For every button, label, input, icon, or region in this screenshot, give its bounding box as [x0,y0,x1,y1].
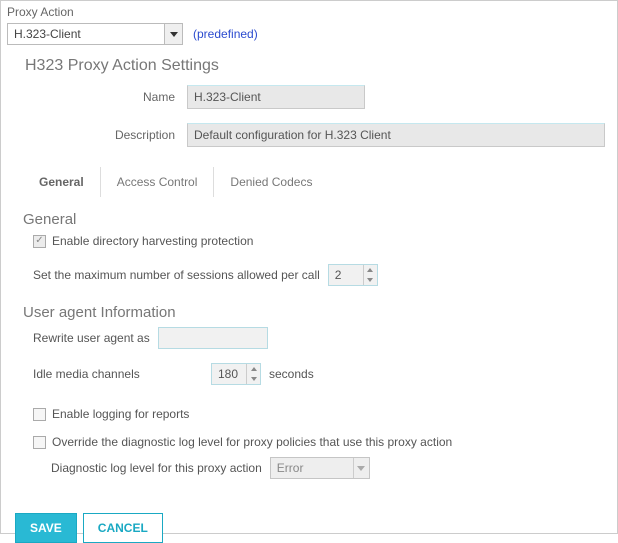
rewrite-user-agent-field[interactable] [158,327,268,349]
cancel-button[interactable]: CANCEL [83,513,163,543]
name-field[interactable] [187,85,365,109]
idle-label: Idle media channels [33,367,203,381]
name-label: Name [7,90,187,104]
proxy-action-value: H.323-Client [8,27,164,41]
diag-level-value: Error [271,458,353,478]
settings-title: H323 Proxy Action Settings [25,57,611,75]
tabs: General Access Control Denied Codecs [23,167,611,197]
enable-logging-label: Enable logging for reports [52,407,189,421]
predefined-indicator: (predefined) [193,27,258,41]
user-agent-heading: User agent Information [23,304,611,321]
stepper-arrows-icon [363,265,377,285]
enable-logging-checkbox[interactable] [33,408,46,421]
rewrite-label: Rewrite user agent as [33,331,150,345]
dropdown-caret-icon [353,458,369,478]
max-sessions-label: Set the maximum number of sessions allow… [33,268,320,282]
description-field[interactable] [187,123,605,147]
idle-unit: seconds [269,367,314,381]
idle-value: 180 [212,364,246,384]
override-diag-label: Override the diagnostic log level for pr… [52,435,452,449]
proxy-action-label: Proxy Action [7,5,611,19]
dropdown-caret-icon [164,24,182,44]
tab-access-control[interactable]: Access Control [101,167,215,197]
harvest-label: Enable directory harvesting protection [52,234,253,248]
idle-stepper[interactable]: 180 [211,363,261,385]
tab-denied-codecs[interactable]: Denied Codecs [214,167,328,197]
diag-level-label: Diagnostic log level for this proxy acti… [51,461,262,475]
save-button[interactable]: SAVE [15,513,77,543]
stepper-arrows-icon [246,364,260,384]
description-label: Description [7,128,187,142]
tab-general[interactable]: General [23,167,101,197]
override-diag-checkbox[interactable] [33,436,46,449]
max-sessions-value: 2 [329,265,363,285]
harvest-checkbox[interactable]: ✓ [33,235,46,248]
diag-level-select[interactable]: Error [270,457,370,479]
proxy-action-select[interactable]: H.323-Client [7,23,183,45]
max-sessions-stepper[interactable]: 2 [328,264,378,286]
general-heading: General [23,211,611,228]
